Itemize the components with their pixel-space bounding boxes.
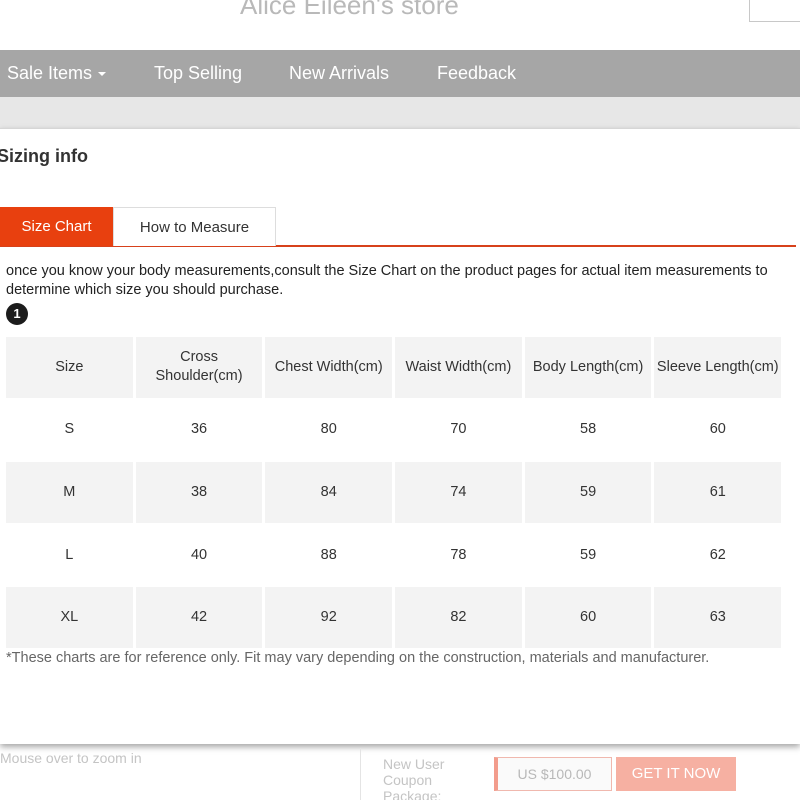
table-cell: 84 (265, 462, 393, 523)
nav-item-top-selling[interactable]: Top Selling (154, 50, 242, 97)
table-cell: 62 (709, 546, 726, 563)
table-cell: 78 (450, 546, 467, 563)
table-header-cell: Size (6, 337, 133, 398)
nav-item-label: Sale Items (7, 63, 93, 83)
table-header-cell: Body Length(cm) (524, 337, 652, 398)
table-cell: 80 (320, 421, 337, 438)
zoom-hint: Mouse over to zoom in (0, 750, 142, 766)
page-overlay (0, 97, 800, 129)
sizing-info-modal: Sizing info Size Chart How to Measure on… (0, 128, 800, 744)
header-search-box[interactable] (749, 0, 800, 22)
table-header-row: Size Cross Shoulder(cm) Chest Width(cm) … (6, 337, 782, 398)
table-cell: 42 (135, 587, 263, 648)
table-cell: 59 (580, 546, 597, 563)
store-title: Alice Eileen's store (240, 0, 459, 20)
table-cell: L (65, 546, 74, 563)
modal-title: Sizing info (0, 146, 88, 166)
store-nav-bar: Sale Items Top Selling New Arrivals Feed… (0, 50, 800, 97)
size-chart-disclaimer: *These charts are for reference only. Fi… (6, 650, 710, 666)
sizing-tabs: Size Chart How to Measure (0, 207, 796, 247)
size-chart-intro: once you know your body measurements,con… (6, 263, 768, 298)
tab-size-chart[interactable]: Size Chart (0, 207, 113, 246)
nav-item-feedback[interactable]: Feedback (437, 50, 516, 97)
table-cell: 82 (395, 587, 522, 648)
table-cell: 40 (190, 546, 208, 563)
get-it-now-button[interactable]: GET IT NOW (616, 757, 736, 791)
table-header-cell: Sleeve Length(cm) (654, 337, 782, 398)
table-cell: M (6, 462, 133, 523)
nav-item-new-arrivals[interactable]: New Arrivals (289, 50, 389, 97)
table-header-cell: Chest Width(cm) (265, 337, 393, 398)
table-cell: 63 (654, 587, 782, 648)
table-row: XL 42 92 82 60 63 (6, 587, 782, 648)
table-cell: 70 (450, 421, 467, 438)
coupon-label: New User Coupon Package: (383, 756, 445, 800)
table-cell: XL (6, 587, 133, 648)
table-cell: 58 (580, 421, 597, 438)
coupon-value: US $100.00 (494, 757, 612, 791)
table-cell: 36 (190, 421, 208, 438)
caret-down-icon (98, 72, 107, 77)
table-cell: 61 (654, 462, 782, 523)
table-row: M 38 84 74 59 61 (6, 462, 782, 523)
table-header-cell: Waist Width(cm) (395, 337, 522, 398)
table-cell: 38 (135, 462, 263, 523)
nav-item-sale-items[interactable]: Sale Items (7, 50, 107, 97)
tab-how-to-measure[interactable]: How to Measure (113, 207, 276, 246)
table-cell: 74 (395, 462, 522, 523)
table-row: S 36 80 70 58 60 (6, 400, 781, 461)
table-cell: S (64, 421, 75, 438)
table-cell: 60 (524, 587, 652, 648)
step-number-badge: 1 (6, 303, 28, 325)
table-cell: 88 (320, 546, 337, 563)
table-cell: 60 (709, 421, 726, 438)
table-cell: 59 (524, 462, 652, 523)
table-cell: 92 (265, 587, 393, 648)
size-chart-table: Size Cross Shoulder(cm) Chest Width(cm) … (3, 335, 784, 650)
table-header-cell: Cross Shoulder(cm) (135, 337, 263, 398)
table-row: L 40 88 78 59 62 (6, 525, 781, 586)
